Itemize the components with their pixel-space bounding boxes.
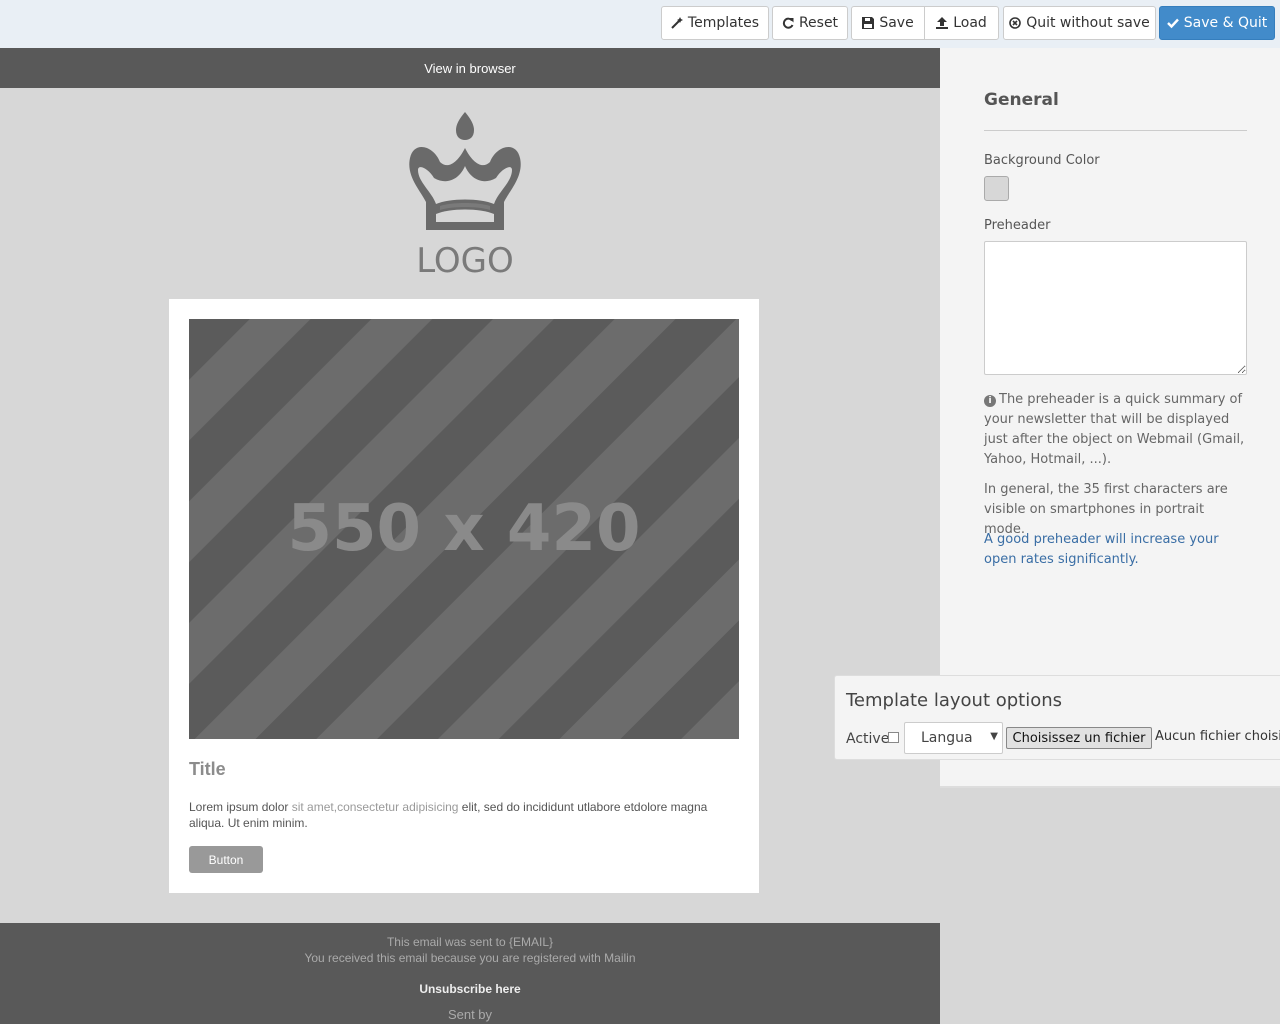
active-label: Active bbox=[846, 731, 890, 747]
no-file-label: Aucun fichier choisi bbox=[1155, 729, 1280, 744]
active-checkbox[interactable] bbox=[888, 732, 899, 743]
content-title[interactable]: Title bbox=[189, 759, 226, 780]
view-in-browser-bar: View in browser bbox=[0, 48, 940, 88]
templates-button[interactable]: Templates bbox=[661, 6, 769, 40]
image-placeholder[interactable]: 550 x 420 bbox=[189, 319, 739, 739]
refresh-icon bbox=[782, 17, 794, 29]
reset-button[interactable]: Reset bbox=[772, 6, 848, 40]
floppy-disk-icon bbox=[862, 17, 875, 29]
preheader-input[interactable] bbox=[984, 241, 1247, 375]
sent-by-text: Sent by bbox=[447, 1007, 493, 1022]
close-circle-icon bbox=[1009, 17, 1022, 29]
content-text[interactable]: Lorem ipsum dolor sit amet,consectetur a… bbox=[189, 799, 739, 831]
caret-down-icon: ▼ bbox=[990, 731, 998, 742]
language-select[interactable]: Langua ▼ bbox=[904, 722, 1003, 754]
info-icon: i bbox=[984, 395, 996, 407]
magic-wand-icon bbox=[671, 17, 683, 29]
check-icon bbox=[1166, 17, 1179, 29]
template-layout-options: Template layout options Active Langua ▼ … bbox=[834, 675, 1280, 760]
email-canvas: View in browser LOGO 550 x 420 Title Lor… bbox=[0, 48, 940, 1024]
logo-text: LOGO bbox=[416, 241, 514, 280]
footer-sent-to: This email was sent to {EMAIL} bbox=[386, 935, 554, 949]
logo[interactable]: LOGO bbox=[400, 110, 530, 281]
unsubscribe-link[interactable]: Unsubscribe here bbox=[0, 982, 940, 996]
quit-without-save-button[interactable]: Quit without save bbox=[1003, 6, 1156, 40]
choose-file-button[interactable]: Choisissez un fichier bbox=[1006, 727, 1152, 749]
save-button[interactable]: Save bbox=[851, 6, 925, 40]
upload-icon bbox=[936, 17, 949, 29]
footer-registered: You received this email because you are … bbox=[304, 951, 636, 965]
content-button[interactable]: Button bbox=[189, 846, 263, 873]
placeholder-dimensions: 550 x 420 bbox=[287, 492, 641, 566]
content-block[interactable]: 550 x 420 Title Lorem ipsum dolor sit am… bbox=[169, 299, 759, 893]
highlighted-text: sit amet,consectetur adipisicing bbox=[291, 800, 459, 814]
background-color-picker[interactable] bbox=[984, 176, 1009, 201]
crown-icon: LOGO bbox=[409, 112, 521, 281]
panel-divider bbox=[984, 130, 1247, 131]
panel-title: General bbox=[984, 90, 1059, 110]
top-toolbar: Templates Reset Save Load Quit without s… bbox=[0, 0, 1280, 48]
layout-options-title: Template layout options bbox=[846, 690, 1063, 711]
load-button[interactable]: Load bbox=[924, 6, 999, 40]
background-color-label: Background Color bbox=[984, 153, 1100, 168]
save-and-quit-button[interactable]: Save & Quit bbox=[1159, 6, 1275, 40]
preheader-tip-link[interactable]: A good preheader will increase your open… bbox=[984, 530, 1249, 570]
preheader-label: Preheader bbox=[984, 218, 1051, 233]
email-footer: This email was sent to {EMAIL} You recei… bbox=[0, 923, 940, 1024]
preheader-info: i The preheader is a quick summary of you… bbox=[984, 392, 1245, 467]
language-select-value: Langua bbox=[921, 730, 973, 746]
view-in-browser-link[interactable]: View in browser bbox=[424, 61, 516, 76]
